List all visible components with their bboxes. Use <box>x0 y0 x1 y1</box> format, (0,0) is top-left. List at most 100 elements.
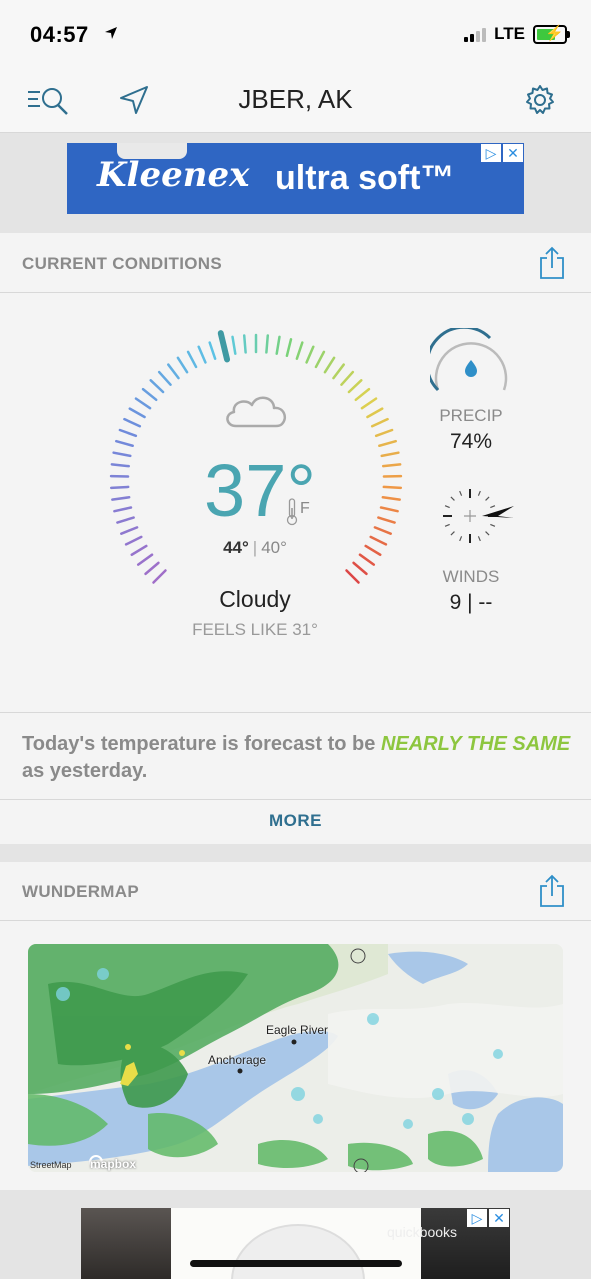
current-conditions-header: CURRENT CONDITIONS <box>0 234 591 293</box>
dial-tick <box>130 544 148 557</box>
dial-tick <box>364 544 382 557</box>
adchoices-icon[interactable]: ▷ <box>467 1209 487 1227</box>
dial-tick <box>381 463 402 468</box>
share-icon[interactable] <box>537 874 567 908</box>
dial-tick <box>118 428 138 438</box>
dial-tick <box>109 485 130 490</box>
share-icon[interactable] <box>537 246 567 280</box>
compass-tick <box>477 490 481 496</box>
dial-tick <box>242 334 247 354</box>
dial-tick <box>323 356 336 374</box>
dial-tick <box>358 553 376 566</box>
compass-tick <box>450 496 455 501</box>
dial-tick <box>381 496 401 501</box>
close-ad-icon[interactable]: ✕ <box>489 1209 509 1227</box>
dial-tick <box>340 370 355 386</box>
compass-tick <box>459 490 463 496</box>
gear-icon <box>526 85 554 114</box>
compass-tick <box>450 531 455 536</box>
dial-tick <box>120 526 139 535</box>
battery-icon: ⚡ <box>533 24 570 44</box>
more-button[interactable]: MORE <box>0 799 591 843</box>
dial-tick <box>354 387 371 402</box>
summary-text-before: Today's temperature is forecast to be <box>22 733 381 755</box>
dial-tick <box>275 335 281 355</box>
dial-tick <box>314 350 326 369</box>
dial-tick <box>295 341 304 360</box>
settings-button[interactable] <box>518 80 562 120</box>
wundermap-label: WUNDERMAP <box>22 882 139 901</box>
radar-map-graphic <box>28 944 563 1172</box>
dial-marker <box>217 330 231 363</box>
dial-tick <box>134 397 152 410</box>
close-ad-icon[interactable]: ✕ <box>503 144 523 162</box>
nav-bar: JBER, AK <box>0 70 591 133</box>
high-temp: 44° <box>223 538 249 557</box>
condition-text: Cloudy <box>219 586 291 612</box>
high-low-separator: | <box>252 538 258 557</box>
dial-tick <box>152 569 167 584</box>
dial-tick <box>369 535 388 546</box>
compass-tick <box>444 505 450 509</box>
dial-tick <box>116 516 135 524</box>
current-temperature: 37° <box>204 449 316 532</box>
summary-text-after: as yesterday. <box>22 760 148 782</box>
map-label-eagle-river: Eagle River <box>266 1023 329 1037</box>
summary-highlight: NEARLY THE SAME <box>380 733 571 755</box>
dial-tick <box>157 370 172 386</box>
dial-tick <box>347 379 363 394</box>
home-indicator[interactable] <box>190 1260 402 1267</box>
ad-tagline: ultra soft™ <box>275 159 455 197</box>
dial-tick <box>231 335 237 355</box>
dial-tick <box>360 397 378 410</box>
compass-tick <box>490 505 496 509</box>
dial-tick <box>352 561 368 576</box>
location-arrow-icon <box>105 27 117 39</box>
dial-tick <box>305 345 315 364</box>
wundermap[interactable]: Eagle River Anchorage StreetMap mapbox <box>28 944 563 1172</box>
dial-tick <box>112 451 132 458</box>
dial-tick <box>377 516 396 524</box>
adchoices-icon[interactable]: ▷ <box>481 144 501 162</box>
mapbox-logo: mapbox <box>90 1157 137 1171</box>
dial-tick <box>176 356 189 374</box>
ad-brand-text: quickbooks <box>387 1224 458 1240</box>
wind-direction-arrow <box>482 506 514 518</box>
low-temp: 40° <box>261 538 287 557</box>
dial-tick <box>370 417 389 428</box>
cloud-icon <box>226 396 286 428</box>
precip-gauge-icon <box>430 328 508 392</box>
dial-tick <box>149 379 165 394</box>
network-type: LTE <box>494 24 525 43</box>
signal-bars-icon <box>464 26 487 42</box>
dial-tick <box>345 569 360 584</box>
wind-compass-icon <box>443 489 514 543</box>
quickbooks-ad[interactable]: quickbooks ▷ ✕ <box>81 1208 510 1279</box>
precip-value: 74% <box>449 430 493 453</box>
dial-tick <box>141 387 158 402</box>
kleenex-ad[interactable]: Kleenex ultra soft™ ▷ ✕ <box>67 143 524 214</box>
compass-tick <box>444 523 450 527</box>
map-credit[interactable]: StreetMap <box>30 1160 72 1170</box>
ad-banner-top: Kleenex ultra soft™ ▷ ✕ <box>0 133 591 233</box>
dial-tick <box>332 363 346 380</box>
dial-tick <box>111 496 131 501</box>
dial-tick <box>374 428 394 438</box>
compass-center <box>464 510 476 522</box>
section-label: CURRENT CONDITIONS <box>22 254 222 273</box>
dial-tick <box>208 341 217 360</box>
compass-tick <box>459 536 463 542</box>
dial-tick <box>128 407 146 419</box>
forecast-summary: Today's temperature is forecast to be NE… <box>0 712 591 800</box>
dial-tick <box>110 463 131 468</box>
dial-tick <box>144 561 160 576</box>
dial-tick <box>382 485 403 490</box>
thermometer-icon <box>286 498 298 526</box>
wundermap-header: WUNDERMAP <box>0 862 591 921</box>
location-title[interactable]: JBER, AK <box>0 84 591 115</box>
dial-tick <box>115 439 134 448</box>
winds-label: WINDS <box>442 567 500 586</box>
dial-tick <box>123 417 142 428</box>
compass-tick <box>485 496 490 501</box>
compass-tick <box>485 531 490 536</box>
